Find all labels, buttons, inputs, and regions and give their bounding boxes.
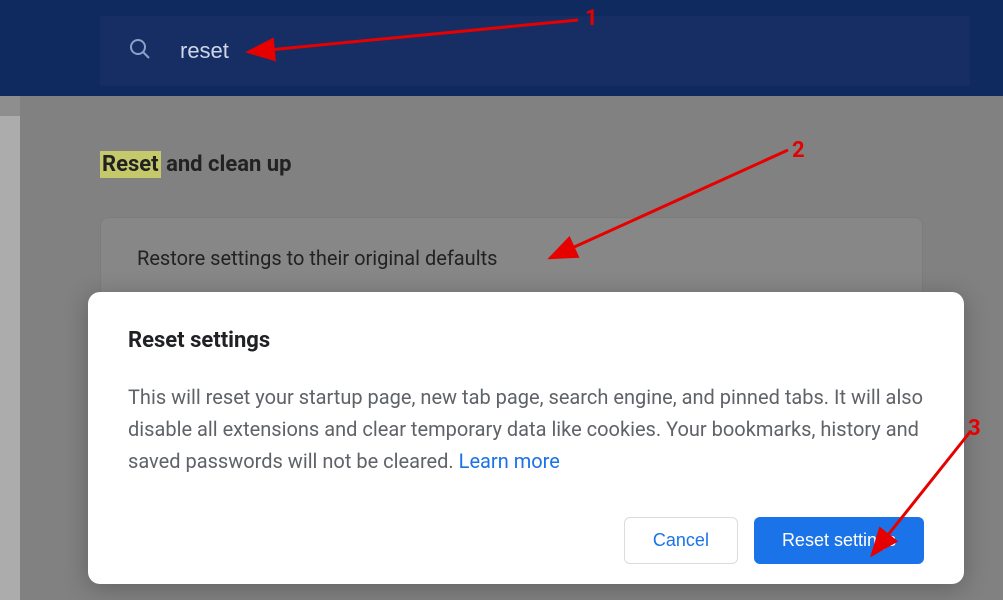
reset-settings-dialog: Reset settings This will reset your star… — [88, 292, 964, 584]
search-highlight: Reset — [100, 151, 161, 178]
settings-search-bar — [0, 0, 1003, 96]
dialog-body: This will reset your startup page, new t… — [128, 381, 924, 477]
cancel-button[interactable]: Cancel — [624, 517, 738, 564]
search-input[interactable] — [180, 38, 942, 64]
reset-settings-button[interactable]: Reset settings — [754, 517, 924, 564]
search-icon — [128, 37, 152, 65]
section-title: Reset and clean up — [100, 152, 923, 177]
section-title-rest: and clean up — [161, 152, 292, 177]
restore-defaults-row[interactable]: Restore settings to their original defau… — [100, 217, 923, 299]
search-container[interactable] — [100, 16, 970, 86]
restore-defaults-label: Restore settings to their original defau… — [137, 246, 497, 270]
dialog-button-row: Cancel Reset settings — [128, 517, 924, 564]
learn-more-link[interactable]: Learn more — [459, 449, 560, 473]
dialog-title: Reset settings — [128, 328, 924, 353]
